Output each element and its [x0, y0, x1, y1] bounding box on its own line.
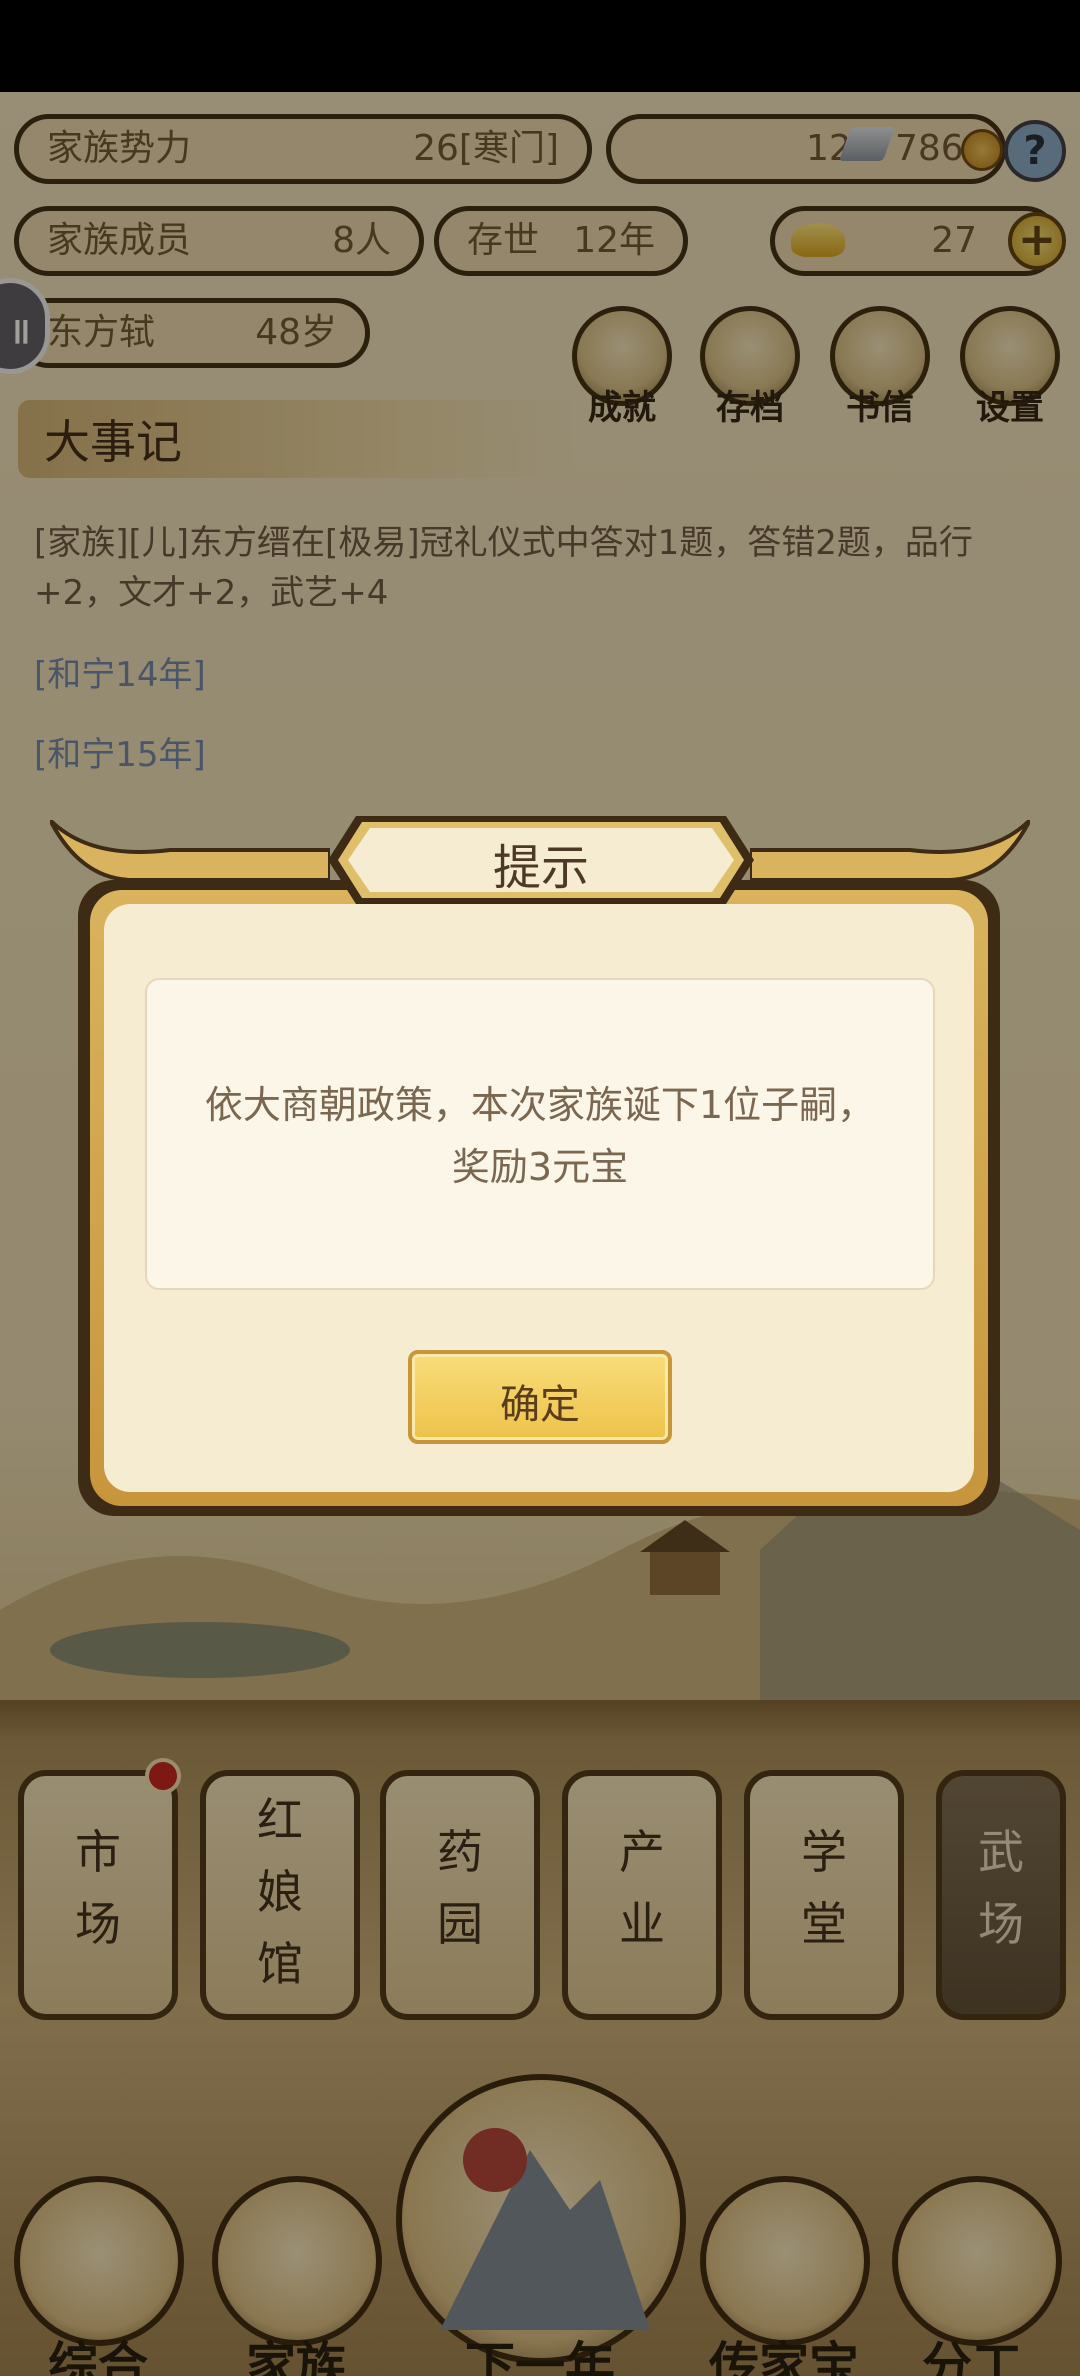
eave-left-ornament — [50, 820, 330, 882]
confirm-button[interactable]: 确定 — [408, 1350, 672, 1444]
confirm-label: 确定 — [500, 1382, 580, 1428]
eave-right-ornament — [750, 820, 1030, 882]
dialog-message: 依大商朝政策，本次家族诞下1位子嗣，奖励3元宝 — [204, 1083, 876, 1189]
status-bar — [0, 0, 1080, 92]
dialog-title: 提示 — [492, 840, 589, 896]
game-screen: 家族势力 26[寒门] 12 786 ? 家族成员 8人 存世 12年 27 +… — [0, 0, 1080, 2376]
